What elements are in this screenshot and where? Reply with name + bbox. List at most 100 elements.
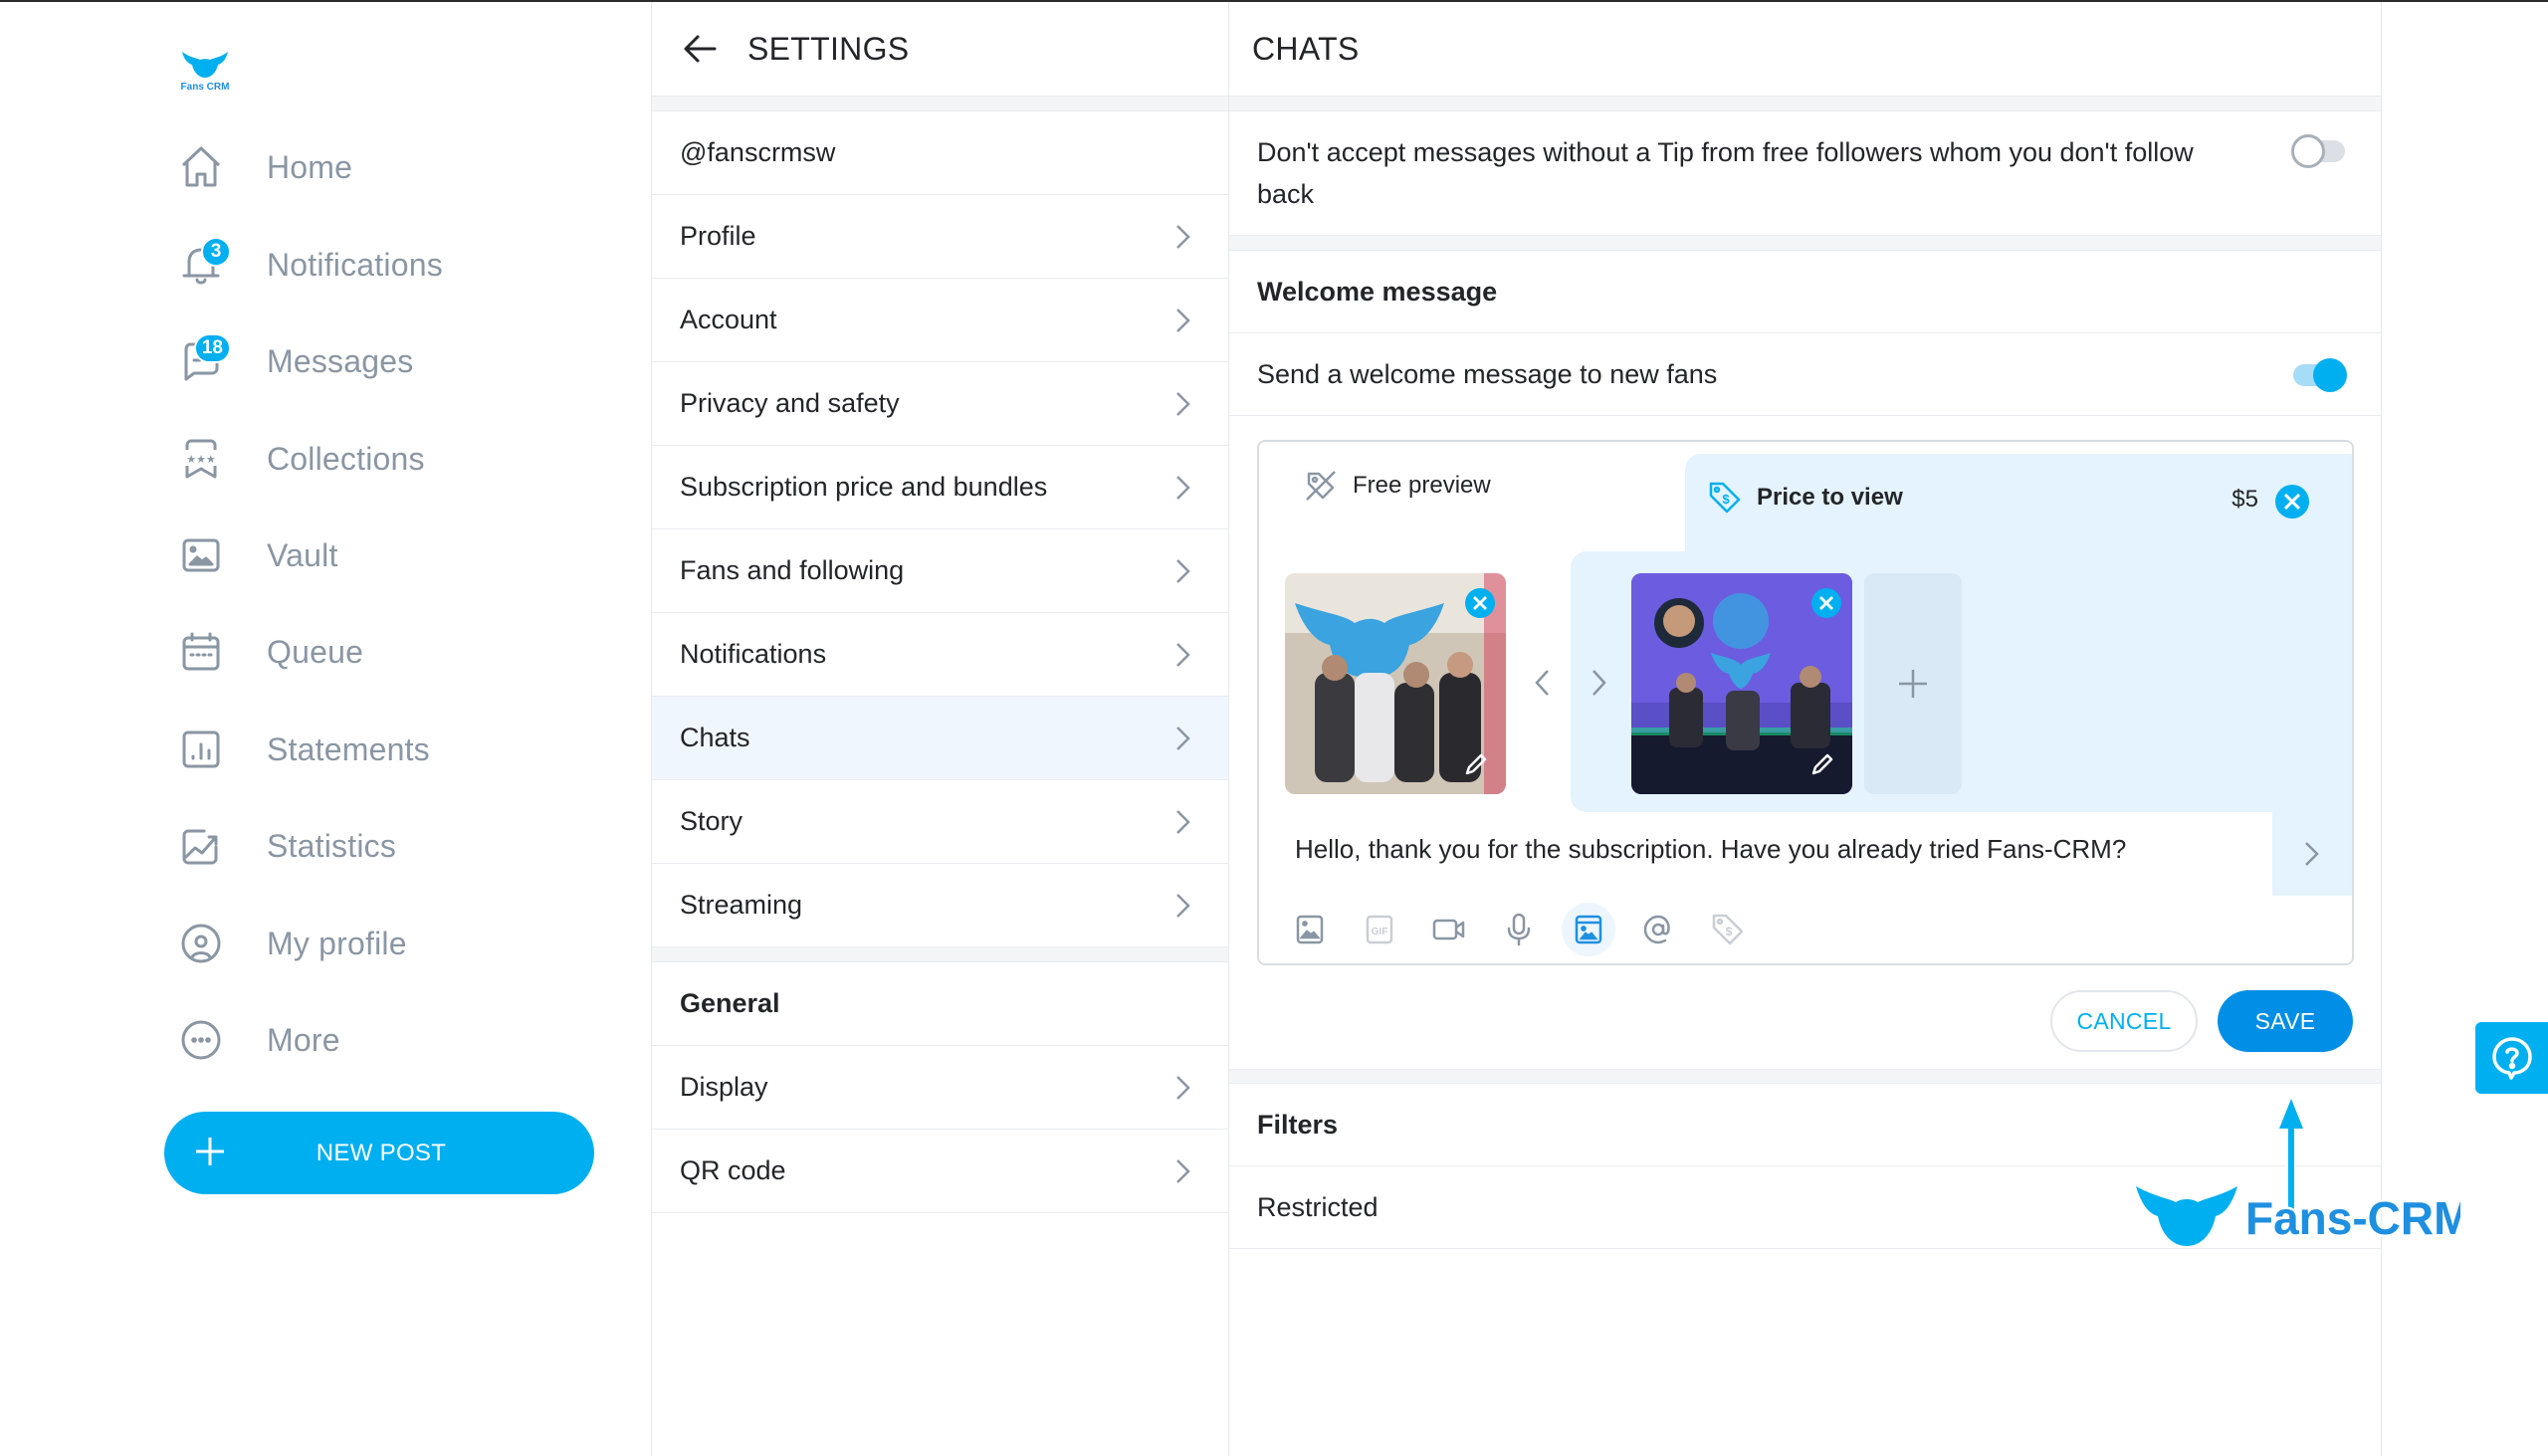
sidebar-item-home[interactable]: Home xyxy=(177,137,352,197)
sidebar-item-messages[interactable]: 18 Messages xyxy=(177,331,413,391)
arrow-left-icon xyxy=(684,35,717,63)
mention-button[interactable] xyxy=(1631,903,1685,956)
cancel-button[interactable]: CANCEL xyxy=(2050,990,2198,1052)
settings-item-profile[interactable]: Profile xyxy=(652,195,1228,279)
sidebar-item-label: Home xyxy=(267,148,353,185)
tip-setting-label: Don't accept messages without a Tip from… xyxy=(1257,137,2194,209)
sidebar-item-statistics[interactable]: Statistics xyxy=(177,816,396,876)
sidebar-item-my-profile[interactable]: My profile xyxy=(177,914,407,973)
edit-media-icon[interactable] xyxy=(1808,750,1836,778)
tip-setting-row: Don't accept messages without a Tip from… xyxy=(1229,111,2381,236)
chevron-right-icon xyxy=(1176,726,1190,750)
image-icon xyxy=(177,531,225,579)
remove-media-icon[interactable] xyxy=(1810,587,1842,619)
restricted-label: Restricted xyxy=(1257,1191,1379,1222)
remove-media-icon[interactable] xyxy=(1464,587,1496,619)
price-to-view-tab[interactable]: $ Price to view xyxy=(1707,480,1903,516)
settings-item-label: Privacy and safety xyxy=(680,388,900,418)
settings-item-subscription-price[interactable]: Subscription price and bundles xyxy=(652,446,1228,529)
settings-item-streaming[interactable]: Streaming xyxy=(652,864,1228,947)
chevron-right-icon xyxy=(1176,642,1190,667)
calendar-icon xyxy=(177,628,225,676)
message-input[interactable]: Hello, thank you for the subscription. H… xyxy=(1259,812,2272,896)
chevron-right-icon xyxy=(1176,224,1190,249)
welcome-section-title: Welcome message xyxy=(1229,251,2381,333)
back-button[interactable] xyxy=(680,29,720,69)
add-video-button[interactable] xyxy=(1422,903,1476,956)
add-image-button[interactable] xyxy=(1283,903,1337,956)
user-circle-icon xyxy=(177,920,225,967)
username: @fanscrmsw xyxy=(680,137,836,167)
settings-header: SETTINGS xyxy=(652,2,1228,97)
chevron-right-icon xyxy=(1176,809,1190,834)
logo[interactable]: Fans CRM xyxy=(177,50,233,96)
media-thumbnail[interactable] xyxy=(1285,573,1506,794)
chats-header: CHATS xyxy=(1229,2,2381,97)
divider xyxy=(1229,1069,2381,1084)
sidebar-item-label: Collections xyxy=(267,440,425,477)
sidebar-item-notifications[interactable]: 3 Notifications xyxy=(177,235,443,295)
new-post-label: NEW POST xyxy=(316,1139,447,1166)
price-tag-icon: $ xyxy=(1709,482,1741,514)
settings-column: SETTINGS @fanscrmsw Profile Account Priv… xyxy=(652,2,1229,1456)
expand-message-button[interactable] xyxy=(2272,812,2352,896)
welcome-setting-label: Send a welcome message to new fans xyxy=(1257,358,1718,389)
divider xyxy=(652,947,1228,962)
settings-item-story[interactable]: Story xyxy=(652,780,1228,864)
clear-price-icon[interactable] xyxy=(2274,484,2310,520)
welcome-message-toggle[interactable] xyxy=(2291,357,2347,392)
messages-badge: 18 xyxy=(193,333,231,363)
chevron-right-icon xyxy=(1176,1075,1190,1100)
settings-item-chats[interactable]: Chats xyxy=(652,697,1228,780)
settings-item-label: Notifications xyxy=(680,639,827,669)
divider xyxy=(1229,97,2381,111)
sidebar-item-label: Notifications xyxy=(267,246,443,283)
gif-icon: GIF xyxy=(1366,915,1393,944)
sidebar-item-label: Statistics xyxy=(267,827,397,864)
chevron-right-icon xyxy=(1176,391,1190,416)
settings-item-fans-and-following[interactable]: Fans and following xyxy=(652,529,1228,613)
add-gif-button[interactable]: GIF xyxy=(1353,903,1406,956)
free-preview-tab[interactable]: Free preview xyxy=(1303,468,1491,504)
settings-item-display[interactable]: Display xyxy=(652,1046,1228,1130)
more-circle-icon xyxy=(177,1016,225,1064)
video-icon xyxy=(1432,919,1465,940)
save-button[interactable]: SAVE xyxy=(2218,990,2353,1052)
chevron-right-icon xyxy=(1176,475,1190,500)
svg-text:$: $ xyxy=(1726,925,1733,938)
username-row: @fanscrmsw xyxy=(652,111,1228,195)
chevron-left-icon[interactable] xyxy=(1528,663,1558,703)
media-thumbnail[interactable] xyxy=(1631,573,1852,794)
settings-item-label: Account xyxy=(680,305,777,334)
settings-item-qr-code[interactable]: QR code xyxy=(652,1130,1228,1213)
price-tag-button[interactable]: $ xyxy=(1701,903,1755,956)
settings-item-label: Chats xyxy=(680,723,750,752)
chevron-right-icon[interactable] xyxy=(1584,663,1613,703)
settings-item-privacy-and-safety[interactable]: Privacy and safety xyxy=(652,362,1228,446)
settings-item-notifications[interactable]: Notifications xyxy=(652,613,1228,697)
help-button[interactable] xyxy=(2475,1022,2548,1094)
sidebar-item-vault[interactable]: Vault xyxy=(177,525,338,585)
chevron-right-icon xyxy=(1176,558,1190,583)
fans-crm-watermark: Fans-CRM xyxy=(2132,1087,2474,1256)
sidebar-item-label: Messages xyxy=(267,342,414,379)
chevron-right-icon xyxy=(1176,1158,1190,1183)
page-title: SETTINGS xyxy=(747,30,910,67)
chevron-right-icon xyxy=(1176,893,1190,918)
sidebar-item-collections[interactable]: ★★★ Collections xyxy=(177,429,425,489)
vault-media-button[interactable] xyxy=(1562,903,1615,956)
settings-item-account[interactable]: Account xyxy=(652,279,1228,362)
tip-setting-toggle[interactable] xyxy=(2291,133,2347,168)
record-voice-button[interactable] xyxy=(1492,903,1546,956)
add-media-button[interactable] xyxy=(1864,573,1962,794)
panel-title: CHATS xyxy=(1252,30,1360,67)
sidebar-item-queue[interactable]: Queue xyxy=(177,622,363,682)
new-post-button[interactable]: NEW POST xyxy=(164,1112,594,1194)
edit-media-icon[interactable] xyxy=(1462,750,1490,778)
bell-icon: 3 xyxy=(177,237,231,289)
sidebar-item-statements[interactable]: Statements xyxy=(177,720,430,779)
sidebar-item-more[interactable]: More xyxy=(177,1010,340,1070)
settings-item-label: Subscription price and bundles xyxy=(680,472,1048,502)
help-chat-icon xyxy=(2491,1037,2532,1080)
bar-chart-icon xyxy=(177,726,225,773)
